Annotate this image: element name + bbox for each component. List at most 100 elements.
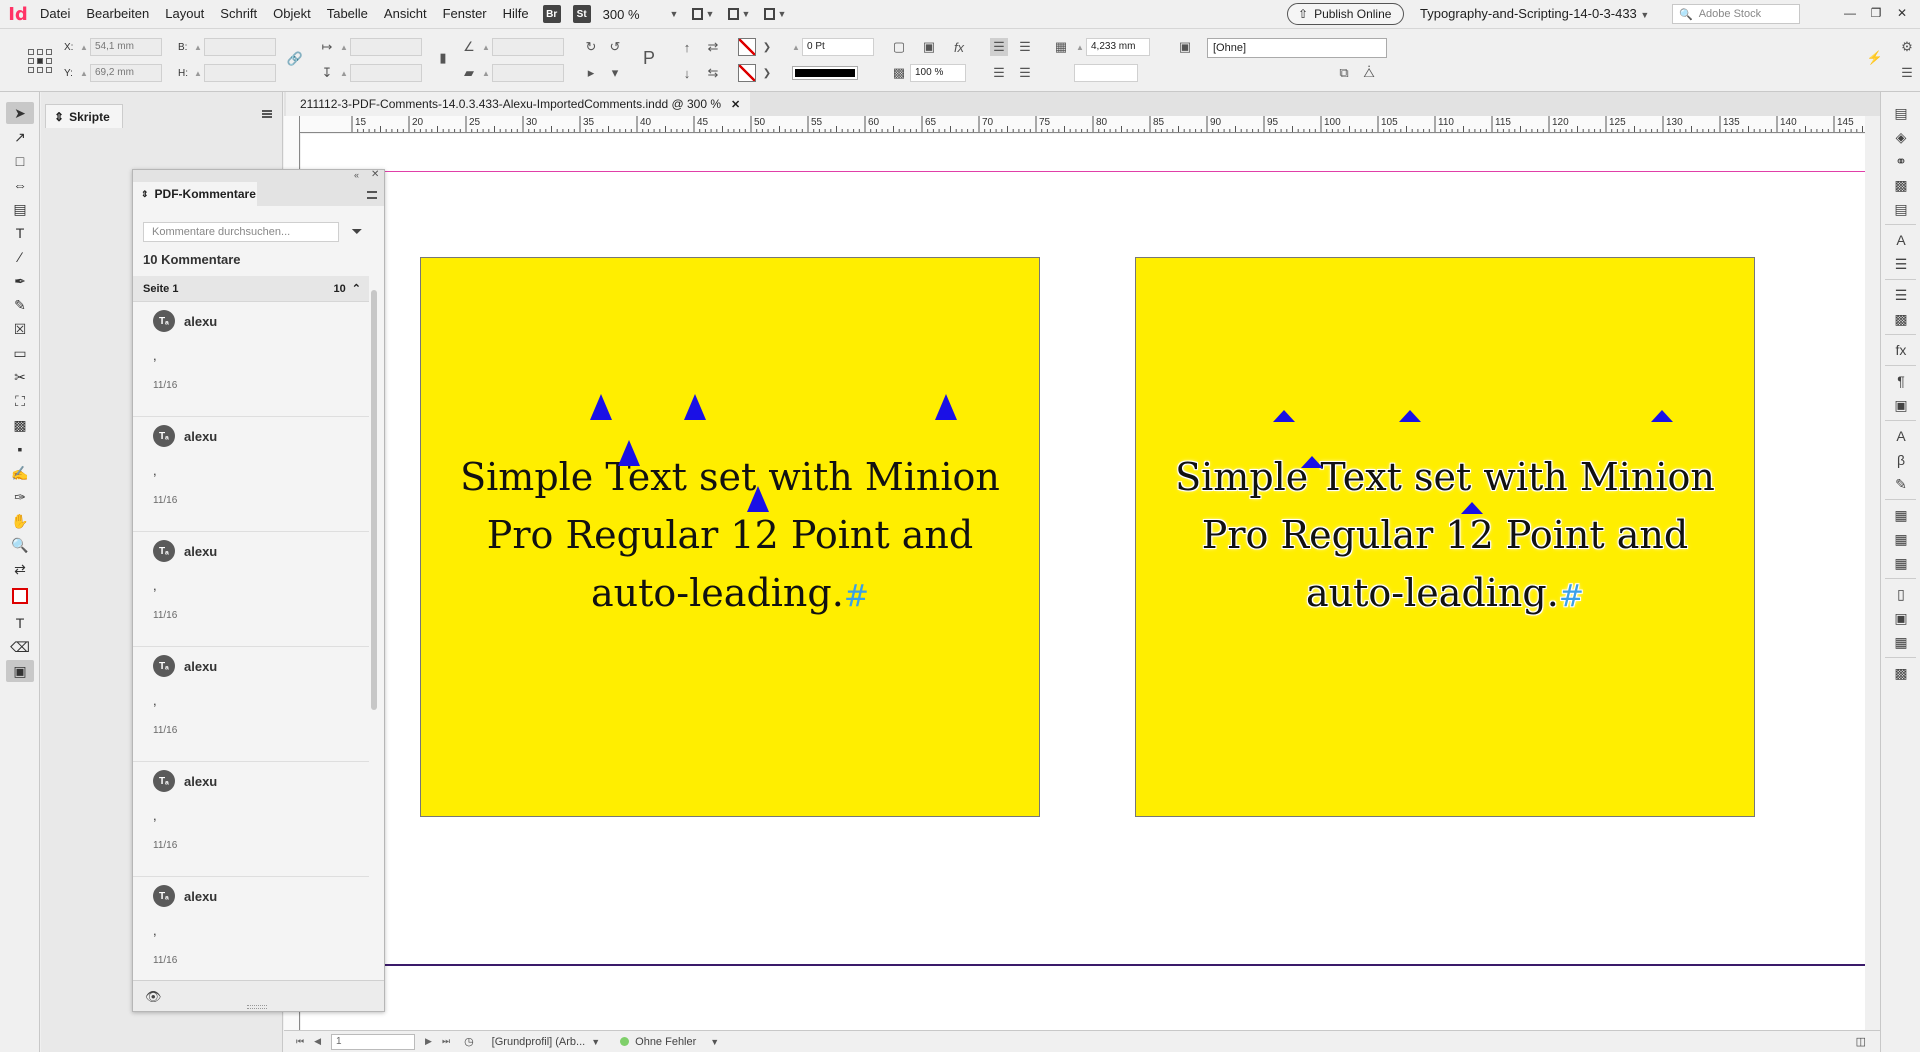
stroke-icon[interactable]: ☰ bbox=[1889, 286, 1913, 304]
table-icon[interactable]: ▦ bbox=[1889, 506, 1913, 524]
glyphs-icon[interactable]: β bbox=[1889, 451, 1913, 469]
menu-fenster[interactable]: Fenster bbox=[435, 0, 495, 28]
hide-comments-icon[interactable]: 👁 bbox=[145, 989, 162, 1005]
rotation-angle-icon[interactable]: ∠ bbox=[460, 38, 478, 56]
filter-icon[interactable]: ⏷ bbox=[348, 222, 366, 240]
preflight-profile[interactable]: [Grundprofil] (Arb... bbox=[492, 1036, 586, 1048]
tab-pdf-kommentare[interactable]: ⇕ PDF-Kommentare bbox=[133, 182, 257, 206]
comment-marker-icon[interactable] bbox=[1273, 410, 1295, 422]
first-page-icon[interactable]: ⏮ bbox=[296, 1036, 304, 1047]
note-tool-icon[interactable]: ✍ bbox=[6, 462, 34, 484]
scale-x-icon[interactable]: ↦ bbox=[318, 38, 336, 56]
horizontal-ruler[interactable]: 15 20 25 30 35 40 45 50 55 60 65 70 75 80 85 90 95 100 105… bbox=[300, 116, 1865, 133]
rotate-cw-icon[interactable]: ↻ bbox=[582, 38, 600, 56]
menu-datei[interactable]: Datei bbox=[32, 0, 78, 28]
page-tool-icon[interactable]: □ bbox=[6, 150, 34, 172]
gradient-feather-tool-icon[interactable]: ▪ bbox=[6, 438, 34, 460]
comment-marker-icon[interactable] bbox=[935, 394, 957, 420]
pdf-comments-icon[interactable]: ▤ bbox=[1889, 200, 1913, 218]
transform-icon[interactable]: ▦ bbox=[1889, 633, 1913, 651]
last-page-icon[interactable]: ⏭ bbox=[442, 1036, 450, 1047]
comment-marker-icon[interactable] bbox=[1461, 502, 1483, 514]
layers-icon[interactable]: ◈ bbox=[1889, 128, 1913, 146]
chevron-down-icon[interactable]: ▼ bbox=[710, 1037, 719, 1047]
x-position-field[interactable]: X: ▲ 54,1 mm bbox=[64, 38, 162, 56]
frame-fitting-icon[interactable]: ▢ bbox=[890, 38, 908, 56]
cell-styles-icon[interactable]: ▦ bbox=[1889, 554, 1913, 572]
formatting-affects-icon[interactable]: T bbox=[6, 612, 34, 634]
align-center-icon[interactable]: ☰ bbox=[1016, 38, 1034, 56]
menu-objekt[interactable]: Objekt bbox=[265, 0, 319, 28]
fill-stroke-icon[interactable] bbox=[6, 582, 34, 610]
arrange-documents-icon[interactable]: ▼ bbox=[764, 5, 786, 23]
rectangle-tool-icon[interactable]: ▭ bbox=[6, 342, 34, 364]
line-tool-icon[interactable]: ∕ bbox=[6, 246, 34, 268]
shear-angle-icon[interactable]: ▰ bbox=[460, 64, 478, 82]
apply-none-icon[interactable]: ⌫ bbox=[6, 636, 34, 658]
comments-search-input[interactable]: Kommentare durchsuchen... bbox=[143, 222, 339, 242]
screen-mode-icon[interactable]: ▣ bbox=[6, 660, 34, 682]
quick-apply-icon[interactable]: ⚡ bbox=[1866, 49, 1884, 67]
close-icon[interactable]: ✕ bbox=[1892, 4, 1912, 22]
split-window-icon[interactable]: ◫ bbox=[1856, 1035, 1866, 1048]
drop-shadow-icon[interactable]: ▣ bbox=[920, 38, 938, 56]
table-styles-icon[interactable]: ▦ bbox=[1889, 530, 1913, 548]
text-frame-left[interactable]: Simple Text set with Minion Pro Regular … bbox=[420, 257, 1040, 817]
reference-point-icon[interactable] bbox=[28, 49, 52, 73]
next-page-icon[interactable]: ▶ bbox=[425, 1036, 432, 1047]
rotate-ccw-icon[interactable]: ↺ bbox=[606, 38, 624, 56]
eyedropper-tool-icon[interactable]: ✑ bbox=[6, 486, 34, 508]
list-item[interactable]: Tₐ alexu , 11/16 bbox=[133, 417, 369, 532]
panel-menu-icon[interactable] bbox=[262, 110, 272, 118]
stroke-weight-field[interactable]: ▲ 0 Pt bbox=[790, 38, 874, 56]
gutter-field[interactable]: ▲ 4,233 mm bbox=[1074, 38, 1150, 56]
align-icon[interactable]: ▯ bbox=[1889, 585, 1913, 603]
resize-grip[interactable] bbox=[247, 1005, 267, 1009]
fill-swatch[interactable] bbox=[738, 38, 756, 56]
pathfinder-icon[interactable]: ▣ bbox=[1889, 609, 1913, 627]
chevron-up-icon[interactable]: ⌃ bbox=[352, 282, 361, 295]
comment-marker-icon[interactable] bbox=[618, 440, 640, 466]
panel-drag-bar[interactable]: « ✕ bbox=[133, 169, 384, 182]
swatches-icon[interactable]: ▩ bbox=[1889, 664, 1913, 682]
comment-marker-icon[interactable] bbox=[1301, 456, 1323, 468]
collapse-icon[interactable]: « bbox=[354, 170, 359, 180]
close-icon[interactable]: ✕ bbox=[371, 169, 379, 180]
menu-schrift[interactable]: Schrift bbox=[212, 0, 265, 28]
y-position-field[interactable]: Y: ▲ 69,2 mm bbox=[64, 64, 162, 82]
opacity-value[interactable]: 100 % bbox=[910, 64, 966, 82]
previous-page-icon[interactable]: ◀ bbox=[314, 1036, 321, 1047]
comment-marker-icon[interactable] bbox=[590, 394, 612, 420]
publish-online-button[interactable]: ⇧ Publish Online bbox=[1287, 3, 1405, 25]
flip-vertical-icon[interactable]: ▾ bbox=[606, 64, 624, 82]
frame-text[interactable]: Simple Text set with Minion Pro Regular … bbox=[1165, 448, 1725, 626]
character-icon[interactable]: A bbox=[1889, 427, 1913, 445]
type-tool-icon[interactable]: T bbox=[6, 222, 34, 244]
frame-text[interactable]: Simple Text set with Minion Pro Regular … bbox=[450, 448, 1010, 626]
chevron-down-icon[interactable]: ▼ bbox=[591, 1037, 600, 1047]
select-content-icon[interactable]: ⇄ bbox=[704, 38, 722, 56]
stock-button[interactable]: St bbox=[572, 5, 591, 23]
align-bottom-icon[interactable]: ☰ bbox=[990, 64, 1008, 82]
view-options-icon[interactable]: ▼ bbox=[692, 5, 714, 23]
effects-fx-icon[interactable]: fx bbox=[950, 38, 968, 56]
menu-layout[interactable]: Layout bbox=[157, 0, 212, 28]
flip-horizontal-icon[interactable]: ▸ bbox=[582, 64, 600, 82]
selection-tool-icon[interactable]: ➤ bbox=[6, 102, 34, 124]
chevron-right-icon[interactable]: ❯ bbox=[758, 38, 776, 56]
menu-bearbeiten[interactable]: Bearbeiten bbox=[78, 0, 157, 28]
gradient-swatch-tool-icon[interactable]: ▩ bbox=[6, 414, 34, 436]
workspace-switcher[interactable]: Typography-and-Scripting-14-0-3-433 ▼ bbox=[1420, 0, 1649, 28]
list-item[interactable]: Tₐ alexu , 11/16 bbox=[133, 532, 369, 647]
link-scale-icon[interactable]: ▮ bbox=[434, 49, 452, 67]
panel-menu-icon[interactable] bbox=[367, 191, 377, 199]
text-wrap-icon[interactable]: ▣ bbox=[1889, 396, 1913, 414]
y-position-value[interactable]: 69,2 mm bbox=[90, 64, 162, 82]
comment-marker-icon[interactable] bbox=[747, 486, 769, 512]
rotation-field[interactable]: ▲ bbox=[480, 38, 564, 56]
comment-marker-icon[interactable] bbox=[1651, 410, 1673, 422]
stroke-swatch[interactable] bbox=[738, 64, 756, 82]
height-field[interactable]: H: ▲ bbox=[178, 64, 276, 82]
stroke-color-field[interactable] bbox=[1074, 64, 1138, 82]
menu-ansicht[interactable]: Ansicht bbox=[376, 0, 435, 28]
